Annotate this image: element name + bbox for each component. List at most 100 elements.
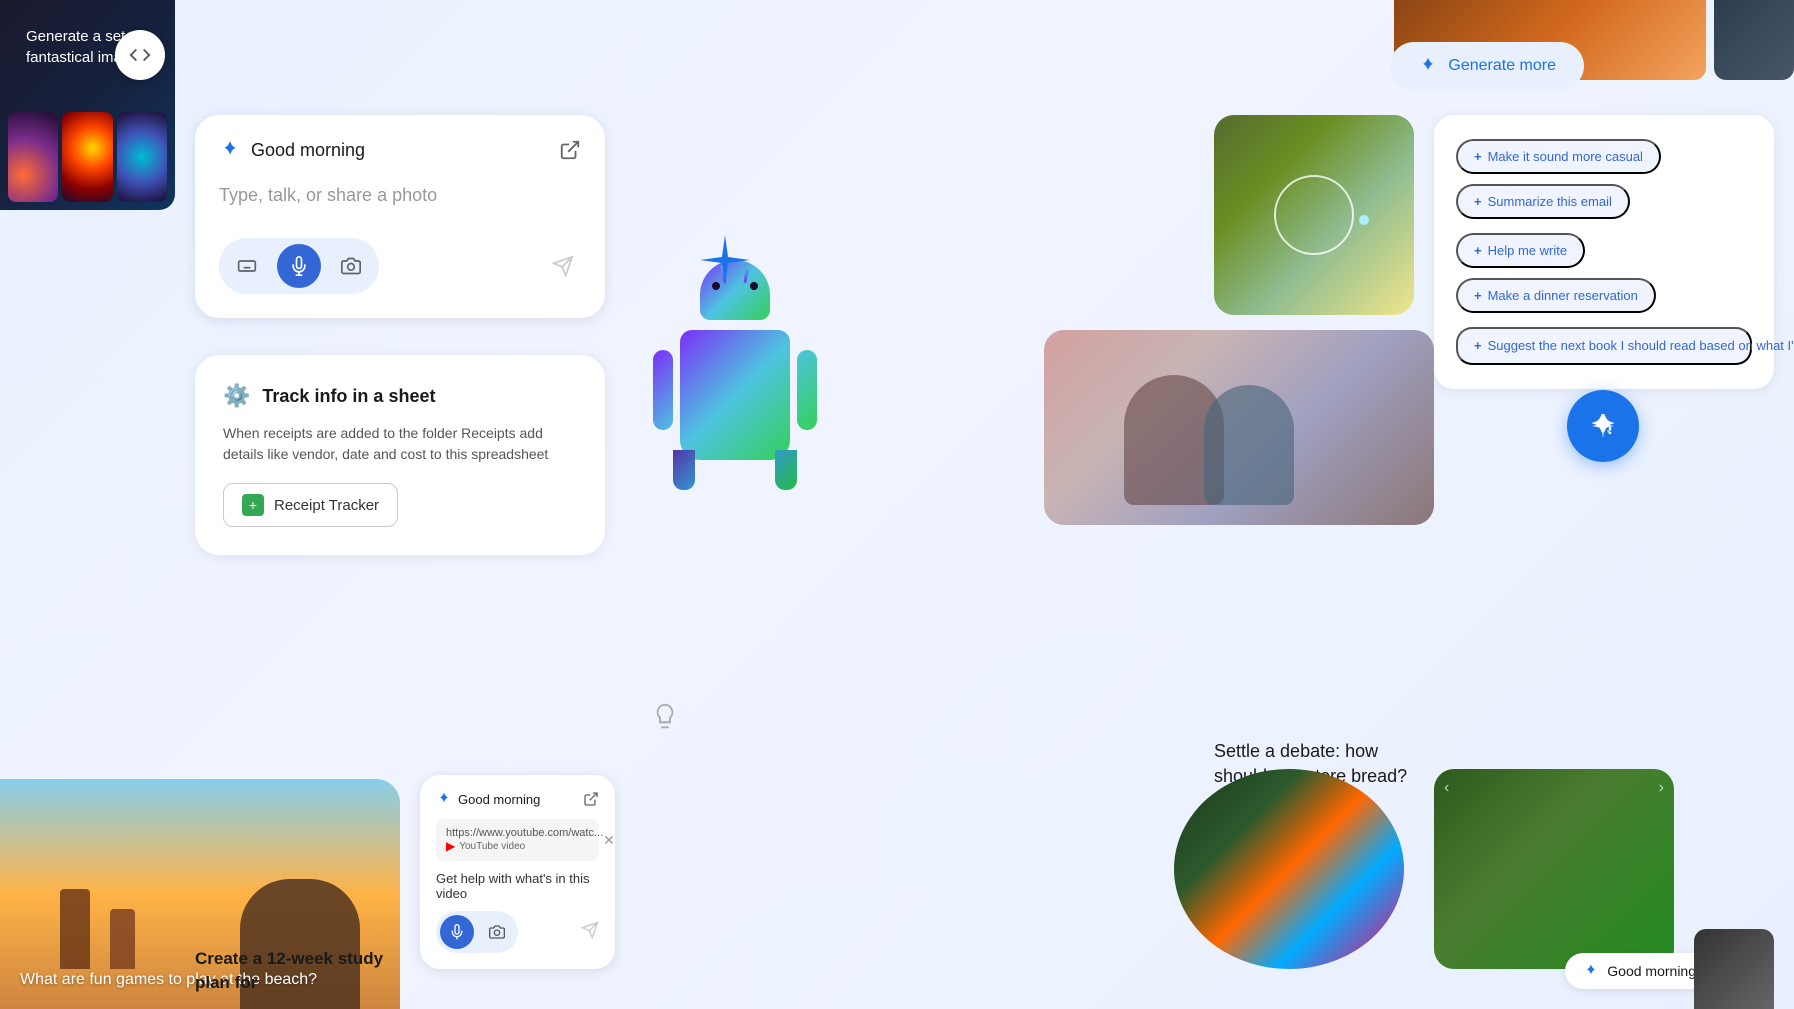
video-buttons-group [436,911,518,953]
external-link-icon-small[interactable] [583,791,599,807]
code-icon [129,44,151,66]
person-silhouette-2 [1204,385,1294,505]
chip-plus-2: + [1474,194,1482,209]
search-actions [219,238,581,294]
bird-dot [1359,215,1369,225]
bottom-right-chip[interactable]: Good morning [1565,953,1714,989]
bird-circle [1274,175,1354,255]
video-actions [436,911,599,953]
bottom-right-mini-image [1694,929,1774,1009]
generate-more-button[interactable]: Generate more [1390,42,1584,90]
chip-casual-label: Make it sound more casual [1488,149,1643,164]
camera-button[interactable] [329,244,373,288]
camera-icon-small [489,924,505,940]
video-card-header: Good morning [436,791,599,807]
track-icon: ⚙️ [223,383,250,409]
fab-button[interactable] [1567,390,1639,462]
sparkle-edit-icon [1588,411,1618,441]
close-button[interactable]: ✕ [603,832,615,849]
microphone-button[interactable] [277,244,321,288]
cosmic-image-3 [117,112,167,202]
lightbulb-icon [650,701,680,739]
beach-person-2 [110,909,135,969]
study-title: Create a 12-week study plan for [195,947,395,995]
external-link-icon[interactable] [559,139,581,161]
microphone-icon [289,256,309,276]
send-icon-small [581,921,599,939]
pipeline-background [1174,769,1404,969]
generate-more-label: Generate more [1448,57,1556,75]
chip-reservation-label: Make a dinner reservation [1488,288,1638,303]
receipt-icon: + [242,494,264,516]
generate-more-icon [1418,56,1438,76]
gemini-star-icon-chip [1583,963,1599,979]
gemini-star-icon-small [436,791,452,807]
bird-card [1214,115,1414,315]
chip-reservation[interactable]: + Make a dinner reservation [1456,278,1656,313]
video-input-text[interactable]: Get help with what's in this video [436,871,599,901]
chip-plus-4: + [1474,288,1482,303]
track-title: Track info in a sheet [262,386,435,407]
people-background [1044,330,1434,525]
track-description: When receipts are added to the folder Re… [223,423,577,465]
youtube-icon: ▶ [446,839,455,853]
android-leg-right [775,450,797,490]
search-header-left: Good morning [219,139,365,161]
bird-background [1214,115,1414,315]
food-background: ‹ › [1434,769,1674,969]
mic-icon [449,924,465,940]
chip-book-label: Suggest the next book I should read base… [1488,337,1794,355]
gemini-star-icon [219,139,241,161]
chip-summarize[interactable]: + Summarize this email [1456,184,1630,219]
food-card: ‹ › [1434,769,1674,969]
track-info-card: ⚙️ Track info in a sheet When receipts a… [195,355,605,555]
chip-casual[interactable]: + Make it sound more casual [1456,139,1661,174]
study-card: Create a 12-week study plan for [195,947,395,999]
video-greeting: Good morning [458,792,540,807]
chip-row-1: + Make it sound more casual + Summarize … [1456,139,1752,219]
chip-write[interactable]: + Help me write [1456,233,1585,268]
bottom-chip-label: Good morning [1607,963,1696,979]
chip-book[interactable]: + Suggest the next book I should read ba… [1456,327,1752,365]
code-button[interactable] [115,30,165,80]
youtube-label: YouTube video [459,841,525,852]
search-header: Good morning [219,139,581,161]
search-placeholder[interactable]: Type, talk, or share a photo [219,177,581,214]
cosmic-images-row [0,90,175,210]
beach-person-1 [60,889,90,969]
main-search-box: Good morning Type, talk, or share a phot… [195,115,605,318]
chip-row-2: + Help me write + Make a dinner reservat… [1456,233,1752,313]
cosmic-image-2 [62,112,112,202]
video-url-text: https://www.youtube.com/watc... [446,827,603,839]
arrow-left: ‹ [1444,779,1449,797]
greeting-text: Good morning [251,140,365,161]
chip-summarize-label: Summarize this email [1488,194,1612,209]
send-button[interactable] [545,248,581,284]
video-send-button[interactable] [581,921,599,944]
camera-icon [341,256,361,276]
chip-plus-5: + [1474,337,1482,355]
track-info-header: ⚙️ Track info in a sheet [223,383,577,409]
video-mic-button[interactable] [440,915,474,949]
food-arrows: ‹ › [1444,779,1664,797]
keyboard-icon [237,256,257,276]
keyboard-button[interactable] [225,244,269,288]
page-container: Generate a set of fantastical images Goo… [0,0,1794,1009]
people-card [1044,330,1434,525]
receipt-tracker-button[interactable]: + Receipt Tracker [223,483,398,527]
android-leg-left [673,450,695,490]
video-card-header-left: Good morning [436,791,540,807]
gemini-sparkle [695,230,755,290]
android-arm-left [653,350,673,430]
android-arm-right [797,350,817,430]
chips-panel: + Make it sound more casual + Summarize … [1434,115,1774,389]
video-camera-button[interactable] [480,915,514,949]
pipeline-card [1174,769,1404,969]
top-right-image-2 [1714,0,1794,80]
cosmic-image-1 [8,112,58,202]
youtube-chip: ▶ YouTube video [446,839,603,853]
chip-plus-3: + [1474,243,1482,258]
chip-write-label: Help me write [1488,243,1567,258]
send-icon [552,255,574,277]
video-card: Good morning https://www.youtube.com/wat… [420,775,615,969]
